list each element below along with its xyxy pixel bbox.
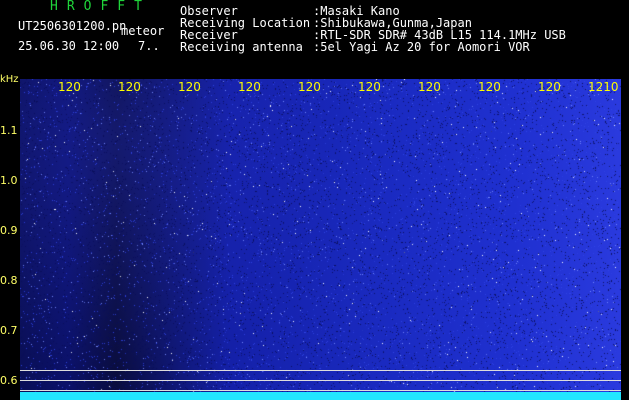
plot-right-border — [621, 79, 629, 400]
x-tick-label: 120 — [538, 80, 561, 94]
y-axis-unit: kHz — [0, 74, 19, 85]
x-tick-label: 120 — [118, 80, 141, 94]
x-tick-label: 1210 — [588, 80, 619, 94]
reference-line-lower — [20, 390, 621, 391]
reference-line-middle — [20, 380, 621, 381]
meteor-count: 7.. — [138, 39, 160, 53]
y-tick-label: 0.6 — [0, 374, 18, 387]
app-title: HROFFT — [50, 0, 151, 14]
y-tick-label: 0.7 — [0, 324, 18, 337]
date-time: 25.06.30 12:00 — [18, 39, 120, 53]
x-tick-label: 120 — [178, 80, 201, 94]
x-tick-label: 120 — [478, 80, 501, 94]
spectrogram-plot — [20, 79, 621, 400]
antenna-value: :5el Yagi Az 20 for Aomori VOR — [313, 40, 530, 54]
meteor-label: meteor — [121, 24, 165, 38]
y-tick-label: 1.0 — [0, 174, 18, 187]
y-tick-label: 1.1 — [0, 124, 18, 137]
reference-line-upper — [20, 370, 621, 371]
spectrogram-noise — [20, 79, 621, 400]
y-tick-label: 0.8 — [0, 274, 18, 287]
x-tick-label: 120 — [298, 80, 321, 94]
hrofft-window: HROFFT UT2506301200.pn meteor 25.06.30 1… — [0, 0, 629, 400]
x-tick-label: 120 — [238, 80, 261, 94]
y-tick-label: 0.9 — [0, 224, 18, 237]
file-name: UT2506301200.pn — [18, 19, 127, 33]
x-tick-label: 120 — [418, 80, 441, 94]
antenna-label: Receiving antenna — [180, 40, 303, 54]
x-tick-label: 120 — [358, 80, 381, 94]
x-tick-label: 120 — [58, 80, 81, 94]
signal-baseline — [20, 392, 621, 400]
